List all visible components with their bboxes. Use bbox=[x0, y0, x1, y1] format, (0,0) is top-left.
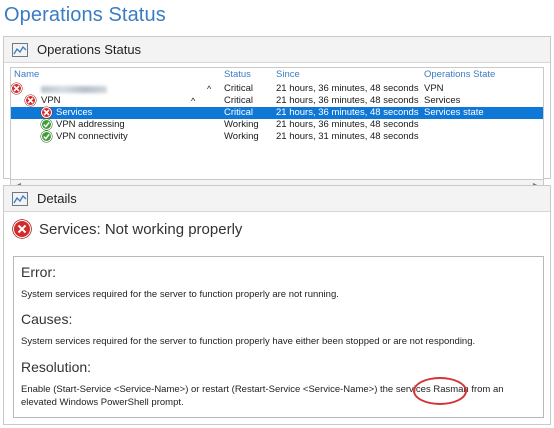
row-name: VPN bbox=[41, 95, 61, 106]
causes-text: System services required for the server … bbox=[21, 336, 476, 347]
details-panel: Details Services: Not working properly E… bbox=[3, 185, 551, 425]
details-heading-row: Services: Not working properly bbox=[13, 220, 242, 238]
row-name: VPN connectivity bbox=[56, 131, 128, 142]
error-label: Error: bbox=[21, 264, 56, 280]
dashboard-icon bbox=[12, 42, 28, 57]
row-state: Services state bbox=[424, 107, 484, 118]
row-name: VPN addressing bbox=[56, 119, 125, 130]
row-name: Services bbox=[56, 107, 93, 118]
row-status: Working bbox=[224, 131, 259, 142]
table-row-vpn[interactable]: VPN ^ Critical 21 hours, 36 minutes, 48 … bbox=[11, 95, 543, 107]
row-status: Working bbox=[224, 119, 259, 130]
error-icon bbox=[25, 95, 36, 106]
page-title: Operations Status bbox=[4, 4, 166, 26]
error-icon bbox=[11, 83, 22, 94]
operations-status-title: Operations Status bbox=[37, 42, 142, 57]
details-title: Details bbox=[37, 191, 77, 206]
collapse-caret-icon[interactable]: ^ bbox=[207, 83, 211, 95]
row-status: Critical bbox=[224, 83, 254, 94]
row-state: VPN bbox=[424, 83, 444, 94]
table-row-services[interactable]: Services Critical 21 hours, 36 minutes, … bbox=[11, 107, 543, 119]
row-since: 21 hours, 36 minutes, 48 seconds bbox=[276, 107, 419, 118]
annotation-circle bbox=[413, 377, 467, 405]
collapse-caret-icon[interactable]: ^ bbox=[191, 95, 195, 107]
error-icon bbox=[13, 220, 31, 238]
column-header-name[interactable]: Name bbox=[14, 69, 39, 80]
error-icon bbox=[41, 107, 52, 118]
table-row-server[interactable]: ^ Critical 21 hours, 36 minutes, 48 seco… bbox=[11, 83, 543, 95]
operations-grid: Name Status Since Operations State ^ Cri… bbox=[10, 67, 544, 193]
error-text: System services required for the server … bbox=[21, 289, 339, 300]
details-heading: Services: Not working properly bbox=[39, 220, 243, 238]
redacted-server-name bbox=[41, 86, 107, 93]
checkmark-icon bbox=[41, 131, 52, 142]
operations-status-panel: Operations Status Name Status Since Oper… bbox=[3, 36, 551, 193]
grid-header: Name Status Since Operations State bbox=[11, 69, 543, 82]
table-row-vpn-connectivity[interactable]: VPN connectivity Working 21 hours, 31 mi… bbox=[11, 131, 543, 143]
row-status: Critical bbox=[224, 95, 254, 106]
details-header[interactable]: Details bbox=[4, 186, 550, 212]
dashboard-icon bbox=[12, 191, 28, 206]
row-since: 21 hours, 36 minutes, 48 seconds bbox=[276, 119, 419, 130]
row-since: 21 hours, 36 minutes, 48 seconds bbox=[276, 95, 419, 106]
column-header-operations-state[interactable]: Operations State bbox=[424, 69, 495, 80]
column-header-status[interactable]: Status bbox=[224, 69, 251, 80]
resolution-label: Resolution: bbox=[21, 359, 92, 375]
column-header-since[interactable]: Since bbox=[276, 69, 300, 80]
operations-status-header[interactable]: Operations Status bbox=[4, 37, 550, 63]
checkmark-icon bbox=[41, 119, 52, 130]
table-row-vpn-addressing[interactable]: VPN addressing Working 21 hours, 36 minu… bbox=[11, 119, 543, 131]
row-status: Critical bbox=[224, 107, 254, 118]
causes-label: Causes: bbox=[21, 311, 73, 327]
row-state: Services bbox=[424, 95, 461, 106]
row-since: 21 hours, 36 minutes, 48 seconds bbox=[276, 83, 419, 94]
row-since: 21 hours, 31 minutes, 48 seconds bbox=[276, 131, 419, 142]
